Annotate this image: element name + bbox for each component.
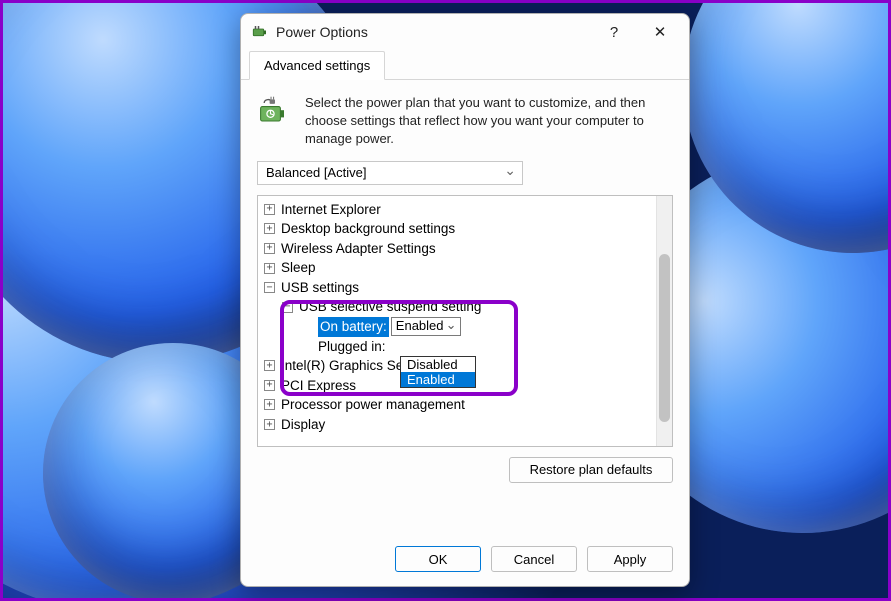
tree-value-plugged-in[interactable]: Plugged in:: [260, 337, 670, 357]
help-button[interactable]: ?: [591, 16, 637, 48]
window-title: Power Options: [276, 24, 591, 40]
expand-icon[interactable]: +: [264, 243, 275, 254]
dialog-buttons: OK Cancel Apply: [241, 546, 689, 586]
tree-item[interactable]: +Internet Explorer: [260, 200, 670, 220]
restore-defaults-button[interactable]: Restore plan defaults: [509, 457, 673, 483]
expand-icon[interactable]: +: [264, 360, 275, 371]
tree-item[interactable]: +Display: [260, 415, 670, 435]
ok-button[interactable]: OK: [395, 546, 481, 572]
scrollbar-thumb[interactable]: [659, 254, 670, 422]
collapse-icon[interactable]: −: [264, 282, 275, 293]
tree-item-usb-selective-suspend[interactable]: −USB selective suspend setting: [260, 297, 670, 317]
dropdown-option-disabled[interactable]: Disabled: [401, 357, 475, 372]
tree-item[interactable]: +Desktop background settings: [260, 219, 670, 239]
collapse-icon[interactable]: −: [282, 302, 293, 313]
plugged-in-dropdown[interactable]: Disabled Enabled: [400, 356, 476, 388]
tree-item[interactable]: +Sleep: [260, 258, 670, 278]
dropdown-option-enabled[interactable]: Enabled: [401, 372, 475, 387]
apply-button[interactable]: Apply: [587, 546, 673, 572]
expand-icon[interactable]: +: [264, 263, 275, 274]
plugged-in-label: Plugged in:: [318, 337, 386, 357]
tab-advanced-settings[interactable]: Advanced settings: [249, 51, 385, 80]
power-plan-selected: Balanced [Active]: [266, 165, 366, 180]
tree-value-on-battery[interactable]: On battery: Enabled: [260, 317, 670, 337]
expand-icon[interactable]: +: [264, 419, 275, 430]
on-battery-combo[interactable]: Enabled: [391, 317, 461, 336]
expand-icon[interactable]: +: [264, 204, 275, 215]
expand-icon[interactable]: +: [264, 223, 275, 234]
tree-item-usb-settings[interactable]: −USB settings: [260, 278, 670, 298]
power-options-icon: [251, 23, 269, 41]
tab-content: Select the power plan that you want to c…: [241, 80, 689, 546]
tree-scrollbar[interactable]: [656, 196, 672, 446]
tree-item[interactable]: +Processor power management: [260, 395, 670, 415]
tabstrip: Advanced settings: [241, 50, 689, 80]
expand-icon[interactable]: +: [264, 399, 275, 410]
close-button[interactable]: ✕: [637, 16, 683, 48]
power-options-dialog: Power Options ? ✕ Advanced settings Sele…: [240, 13, 690, 587]
power-plan-select[interactable]: Balanced [Active]: [257, 161, 523, 185]
cancel-button[interactable]: Cancel: [491, 546, 577, 572]
battery-plug-icon: [257, 94, 293, 130]
header-description: Select the power plan that you want to c…: [305, 94, 673, 149]
settings-tree: +Internet Explorer +Desktop background s…: [257, 195, 673, 447]
titlebar: Power Options ? ✕: [241, 14, 689, 50]
on-battery-label: On battery:: [318, 317, 389, 337]
tree-item[interactable]: +Wireless Adapter Settings: [260, 239, 670, 259]
expand-icon[interactable]: +: [264, 380, 275, 391]
